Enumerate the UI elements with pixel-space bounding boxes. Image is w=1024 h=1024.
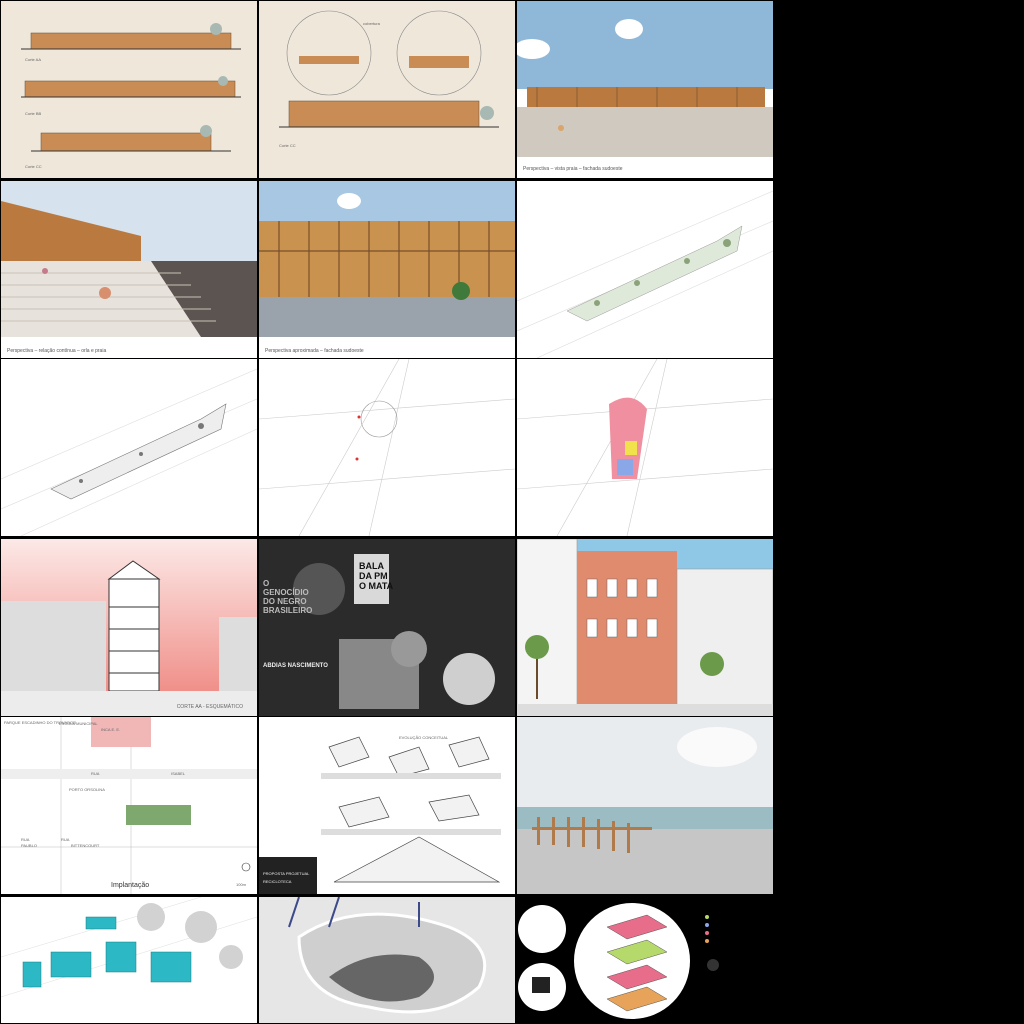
scale-label: 100m [236,882,247,887]
caption-continuous: Perspectiva – relação contínua – orla e … [7,348,107,354]
tile-pier-render[interactable] [517,717,773,894]
label-school: ESCOLA MUNICIPAL [59,721,98,726]
label-corte-bb: Corte BB [25,111,42,116]
poster-author: ABDIAS NASCIMENTO [263,663,328,669]
poster-title-l1: O [263,579,270,588]
site-plan-lines [259,359,515,536]
tile-site-plan-3[interactable] [259,359,515,536]
label-proposal: PROPOSTA PROJETUAL [263,871,310,876]
pier-image [517,717,773,894]
tile-axonometric[interactable] [1,897,257,1023]
tile-sections-aa-bb-cc[interactable]: Corte AA Corte BB Corte CC [1,1,257,178]
label-corte-cc: Corte CC [25,164,42,169]
label-schematic: CORTE AA - ESQUEMÁTICO [176,704,243,710]
tile-street-facades[interactable] [517,539,773,716]
evolution-sketches [259,736,501,894]
label-inca: INCA E. E. [101,727,121,732]
poster-title-l2: GENOCÍDIO [263,588,309,597]
caption-beach-view: Perspectiva – vista praia – fachada sudo… [523,166,623,172]
tile-schematic-section[interactable]: CORTE AA - ESQUEMÁTICO [1,539,257,716]
tile-site-plan-2[interactable] [1,359,257,536]
label-paublo: PAUBLO [21,843,37,848]
tile-site-plan-4[interactable] [517,359,773,536]
label-rua-2: RUA [61,837,70,842]
label-corte-aa: Corte AA [25,57,42,62]
sections-drawing [21,23,241,152]
tile-close-view[interactable]: Perspectiva aproximada – fachada sudoest… [259,181,515,358]
site-plan-green [517,190,773,358]
label-recicloteca: RECICLOTECA [263,879,292,884]
tile-implantation-map[interactable]: PARQUE ESCADINHO DO TROVADOR ESCOLA MUNI… [1,717,257,894]
schematic-section-drawing [1,539,257,716]
beach-render [517,1,773,157]
implantation-drawing [1,717,257,894]
detail-drawing [279,10,499,128]
steps-render [1,181,257,337]
label-rua-1: RUA [91,771,100,776]
site-plan-colored [517,359,773,536]
protest-l2: DA PM [359,571,388,581]
tile-site-plan-1[interactable] [517,181,773,358]
tile-park-plan[interactable] [259,897,515,1023]
facade-render [259,181,515,337]
tile-genocide-poster[interactable]: O GENOCÍDIO DO NEGRO BRASILEIRO ABDIAS N… [259,539,515,716]
tile-program-diagram[interactable] [517,897,773,1023]
label-cobertura: cobertura [363,21,380,26]
implantation-title: Implantação [111,882,150,889]
protest-l1: BALA [359,561,384,571]
label-evolution: EVOLUÇÃO CONCEITUAL [399,735,449,740]
tile-conceptual-evolution[interactable]: EVOLUÇÃO CONCEITUAL PROPOSTA PROJETUAL R… [259,717,515,894]
park-plan-drawing [259,897,515,1023]
poster-title-l3: DO NEGRO [263,597,307,606]
caption-close-view: Perspectiva aproximada – fachada sudoest… [265,348,364,354]
tile-continuous-relation[interactable]: Perspectiva – relação contínua – orla e … [1,181,257,358]
tile-beach-view[interactable]: Perspectiva – vista praia – fachada sudo… [517,1,773,178]
facades-render [517,539,773,716]
label-isabel: ISABEL [171,771,186,776]
site-plan-gray [1,368,257,536]
label-corte-cc-detail: Corte CC [279,143,296,148]
poster-title-l4: BRASILEIRO [263,606,313,615]
label-bittencourt: BITTENCOURT [71,843,100,848]
tile-section-details[interactable]: cobertura Corte CC [259,1,515,178]
label-rua-3: RUA [21,837,30,842]
protest-l3: O MATA [359,581,394,591]
label-porto: PORTO ORSOLINA [69,787,105,792]
program-diagram-drawing [518,903,719,1019]
axonometric-drawing [1,897,257,998]
